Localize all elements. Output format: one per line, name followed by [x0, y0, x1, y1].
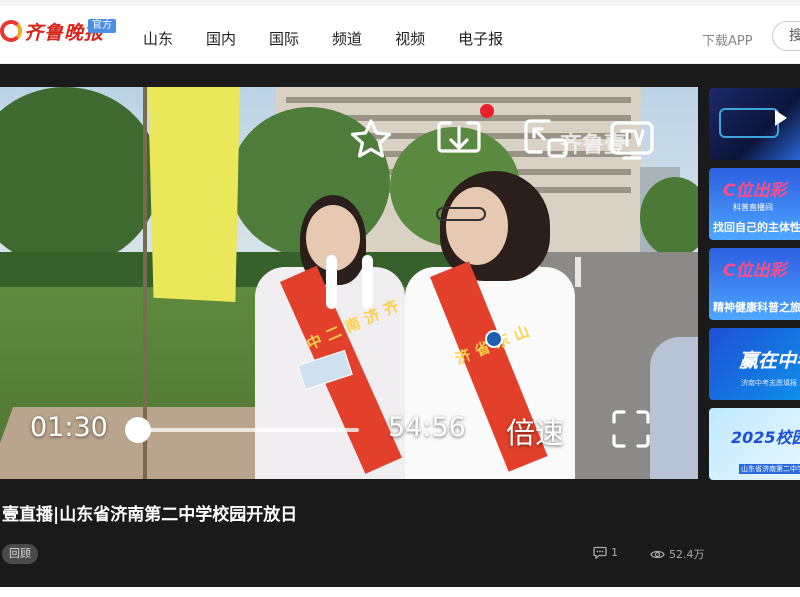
progress-thumb[interactable] — [125, 417, 151, 443]
logo-mark-icon — [0, 20, 22, 42]
comment-count[interactable]: 1 — [593, 546, 618, 559]
play-icon — [775, 110, 787, 126]
view-count-value: 52.4万 — [669, 548, 705, 561]
nav-item-domestic[interactable]: 国内 — [206, 28, 236, 49]
progress-track[interactable] — [137, 428, 359, 432]
tv-icon — [610, 121, 654, 160]
pip-icon — [524, 119, 568, 158]
notification-dot — [480, 104, 494, 118]
comment-icon — [593, 546, 607, 559]
download-button[interactable] — [436, 118, 482, 160]
nav-item-channels[interactable]: 频道 — [332, 28, 362, 49]
thumb-title: 找回自己的主体性 — [713, 221, 800, 234]
nav-item-shandong[interactable]: 山东 — [143, 28, 173, 49]
page-footer-edge — [0, 587, 800, 597]
download-icon — [437, 121, 481, 153]
scene-post — [575, 257, 581, 287]
thumb-small-text: 济南中考志愿填报 — [741, 379, 797, 387]
current-time: 01:30 — [30, 412, 108, 443]
cast-tv-button[interactable] — [609, 118, 655, 162]
pause-icon — [326, 255, 373, 309]
yellow-flag — [148, 87, 240, 302]
thumb-big-text: C位出彩 — [723, 261, 787, 281]
playlist-item[interactable]: C位出彩 科普直播间 找回自己的主体性 — [709, 168, 800, 240]
thumb-big-text: 2025校园开放 — [731, 428, 800, 447]
thumb-title: 精神健康科普之旅 — [713, 301, 800, 314]
thumb-big-text: C位出彩 — [723, 181, 787, 201]
thumb-small-text: 山东省济南第二中学 — [739, 464, 800, 474]
playlist: C位出彩 科普直播间 找回自己的主体性 C位出彩 精神健康科普之旅 赢在中考 济… — [709, 88, 800, 488]
playlist-item[interactable]: C位出彩 精神健康科普之旅 — [709, 248, 800, 320]
search-box[interactable]: 搜 — [772, 21, 800, 51]
favorite-button[interactable] — [349, 118, 393, 160]
picture-in-picture-button[interactable] — [523, 118, 569, 160]
search-label: 搜 — [789, 28, 800, 44]
pause-button[interactable] — [322, 253, 378, 311]
duration: 54:56 — [388, 412, 466, 443]
thumb-big-text: 赢在中考 — [739, 350, 800, 372]
main-nav: 山东 国内 国际 频道 视频 电子报 — [143, 28, 536, 49]
fullscreen-icon — [612, 410, 650, 448]
eye-icon — [650, 550, 665, 558]
fullscreen-button[interactable] — [611, 409, 651, 449]
video-title: 壹直播|山东省济南第二中学校园开放日 — [2, 505, 298, 525]
star-icon — [350, 119, 392, 158]
replay-tag: 回顾 — [2, 544, 38, 564]
playlist-item[interactable]: 赢在中考 济南中考志愿填报 — [709, 328, 800, 400]
official-badge: 官方 — [88, 19, 116, 33]
top-nav-bar: 齐鲁晚报 官方 山东 国内 国际 频道 视频 电子报 下载APP 搜 — [0, 0, 800, 64]
scene-passerby — [650, 337, 698, 479]
playlist-item[interactable] — [709, 88, 800, 160]
download-app-link[interactable]: 下载APP — [702, 30, 753, 49]
page: 齐鲁晚报 官方 山东 国内 国际 频道 视频 电子报 下载APP 搜 齐鲁壹 齐… — [0, 0, 800, 597]
view-count: 52.4万 — [650, 546, 705, 562]
comment-count-value: 1 — [611, 546, 618, 559]
playback-speed-button[interactable]: 倍速 — [506, 410, 564, 452]
thumb-small-text: 科普直播间 — [733, 203, 773, 212]
playlist-item[interactable]: 2025校园开放 山东省济南第二中学 — [709, 408, 800, 480]
nav-item-video[interactable]: 视频 — [395, 28, 425, 49]
nav-item-epaper[interactable]: 电子报 — [458, 28, 503, 49]
nav-item-international[interactable]: 国际 — [269, 28, 299, 49]
browser-strip — [0, 0, 800, 6]
